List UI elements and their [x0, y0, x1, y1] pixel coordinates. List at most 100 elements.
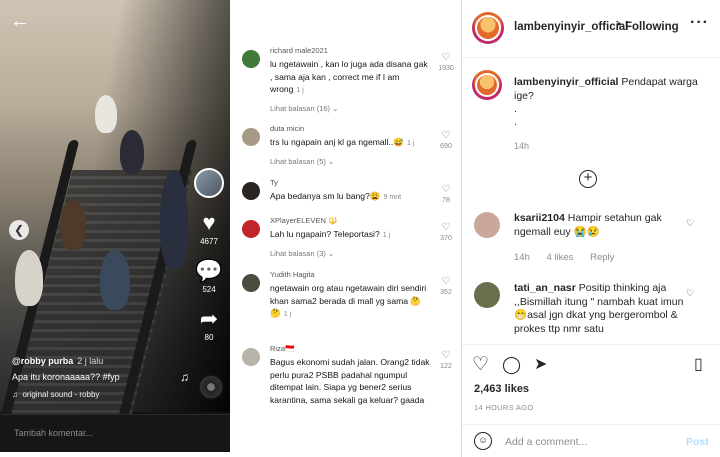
comment-text: Lah lu ngapain? Teleportasi?	[270, 229, 380, 239]
share-action[interactable]: ➦ 80	[192, 306, 226, 343]
share-count: 80	[204, 333, 214, 342]
heart-outline-icon[interactable]: ♡	[686, 288, 694, 299]
comment-meta: 14h 4 likes Reply	[514, 252, 615, 263]
comment-time: 1 j	[283, 311, 292, 318]
creator-avatar[interactable]	[194, 168, 224, 198]
video-sound[interactable]: ♫ original sound - robby	[12, 390, 182, 399]
comment-text: Apa bedanya sm lu bang?😩	[270, 191, 381, 201]
crowd-figure	[60, 200, 86, 250]
chevron-down-icon: ⌄	[327, 248, 335, 258]
comment-likes-link[interactable]: 4 likes	[547, 252, 574, 263]
post-actions: ♡ ◯ ➤ ▯ 2,463 likes 14 HOURS AGO	[462, 344, 720, 424]
comment-like[interactable]: ♡ 370	[434, 222, 458, 242]
chevron-down-icon: ⌄	[332, 103, 339, 113]
video-action-column: ♥ 4677 💬 524 ➦ 80	[192, 168, 226, 342]
comment-text: trs lu ngapain anj kl ga ngemall..😅	[270, 137, 404, 147]
comment-time: 9 mnt	[383, 194, 402, 201]
comment-author[interactable]: tati_an_nasr	[514, 282, 576, 294]
crowd-figure	[100, 250, 130, 310]
reply-button[interactable]: Reply	[590, 252, 614, 263]
comment-like[interactable]: ♡ 1930	[434, 52, 458, 72]
heart-outline-icon: ♡	[441, 276, 451, 287]
more-options-icon[interactable]: ···	[690, 14, 709, 32]
avatar[interactable]	[242, 50, 260, 68]
send-paper-plane-icon[interactable]: ➤	[534, 355, 547, 375]
view-replies-link[interactable]: Lihat balasan (5) ⌄	[270, 157, 430, 166]
music-disc-icon[interactable]	[198, 374, 224, 400]
like-count: 4677	[200, 237, 218, 246]
add-comment-input[interactable]: Add a comment...	[505, 436, 587, 448]
avatar[interactable]	[242, 348, 260, 366]
view-replies-link[interactable]: Lihat balasan (3) ⌄	[270, 249, 430, 258]
separator-dot: •	[617, 19, 622, 31]
comment-time: 1 j	[382, 232, 391, 239]
video-author[interactable]: @robby purba 2 j lalu	[12, 356, 182, 366]
heart-outline-icon: ♡	[441, 222, 451, 233]
avatar[interactable]	[242, 128, 260, 146]
comment-text: ngetawain org atau ngetawain diri sendir…	[270, 283, 427, 318]
avatar[interactable]	[474, 212, 500, 238]
avatar[interactable]	[472, 70, 502, 100]
comment-bubble-icon: 💬	[195, 258, 223, 283]
share-arrow-icon: ➦	[199, 306, 219, 331]
crowd-figure	[15, 250, 43, 306]
comment-author[interactable]: Yudith Hagita	[270, 270, 430, 279]
heart-outline-icon: ♡	[441, 350, 451, 361]
video-player[interactable]: ← ❮ ♥ 4677 💬 524 ➦ 80 ♫ @robby purba 2 j …	[0, 0, 230, 452]
avatar[interactable]	[242, 274, 260, 292]
comment-time: 1 j	[296, 87, 304, 94]
video-caption: @robby purba 2 j lalu Apa itu koronaaaaa?…	[12, 356, 182, 399]
comment-author[interactable]: XPlayerELEVEN 🔱	[270, 216, 430, 225]
heart-outline-icon[interactable]: ♡	[472, 355, 489, 375]
comment-author[interactable]: ksarii2104	[514, 212, 565, 224]
comment-author[interactable]: Riza🇮🇩	[270, 344, 430, 353]
comment-action[interactable]: 💬 524	[192, 258, 226, 295]
heart-outline-icon[interactable]: ♡	[686, 218, 694, 229]
add-comment-bar: ☺ Add a comment... Post	[462, 424, 720, 457]
avatar[interactable]	[472, 12, 504, 44]
previous-arrow-icon[interactable]: ❮	[9, 220, 29, 240]
comment-time: 1 j	[406, 140, 415, 147]
comment-text: lu ngetawain , kan lo juga ada disana ga…	[270, 59, 428, 94]
comment-like[interactable]: ♡ 690	[434, 130, 458, 150]
video-comment-input[interactable]: Tambah komentar...	[0, 414, 230, 452]
comment-icon[interactable]: ◯	[502, 355, 521, 375]
comment-like[interactable]: ♡ 78	[434, 184, 458, 204]
post-author[interactable]: lambenyinyir_official	[514, 21, 628, 33]
crowd-figure	[95, 95, 117, 133]
comment-count: 524	[202, 285, 216, 294]
heart-outline-icon: ♡	[441, 52, 451, 63]
heart-outline-icon: ♡	[441, 130, 451, 141]
bookmark-icon[interactable]: ▯	[694, 355, 703, 375]
comment-text: Bagus ekonomi sudah jalan. Orang2 tidak …	[270, 357, 430, 405]
avatar[interactable]	[242, 220, 260, 238]
avatar[interactable]	[242, 182, 260, 200]
comment-like[interactable]: ♡ 352	[434, 276, 458, 296]
comment-author[interactable]: Ty	[270, 178, 430, 187]
heart-icon: ♥	[202, 210, 216, 235]
back-arrow-icon[interactable]: ←	[10, 10, 32, 32]
following-button[interactable]: Following	[625, 21, 679, 33]
video-caption-text: Apa itu koronaaaaa?? #fyp	[12, 372, 120, 382]
post-time: 14 HOURS AGO	[474, 403, 534, 412]
comment-author[interactable]: duta micin	[270, 124, 430, 133]
comment-author[interactable]: richard male2021	[270, 46, 430, 55]
view-replies-link[interactable]: Lihat balasan (16) ⌄	[270, 104, 430, 113]
post-button[interactable]: Post	[686, 436, 709, 448]
chevron-down-icon: ⌄	[327, 156, 335, 166]
load-more-comments-icon[interactable]: +	[579, 170, 597, 188]
heart-outline-icon: ♡	[441, 184, 451, 195]
comment-like[interactable]: ♡ 122	[434, 350, 458, 370]
post-header: lambenyinyir_official • Following ···	[462, 0, 720, 58]
caption-dots: ..	[514, 103, 517, 128]
like-count[interactable]: 2,463 likes	[474, 383, 529, 395]
crowd-figure	[120, 130, 144, 174]
like-action[interactable]: ♥ 4677	[192, 210, 226, 247]
avatar[interactable]	[474, 282, 500, 308]
caption-author[interactable]: lambenyinyir_official	[514, 76, 618, 88]
emoji-icon[interactable]: ☺	[474, 432, 492, 450]
instagram-post-panel: lambenyinyir_official • Following ··· la…	[462, 0, 720, 457]
post-caption: lambenyinyir_official Pendapat warga ige…	[514, 75, 704, 103]
music-note-icon: ♫	[12, 390, 18, 399]
crowd-figure	[160, 170, 188, 270]
